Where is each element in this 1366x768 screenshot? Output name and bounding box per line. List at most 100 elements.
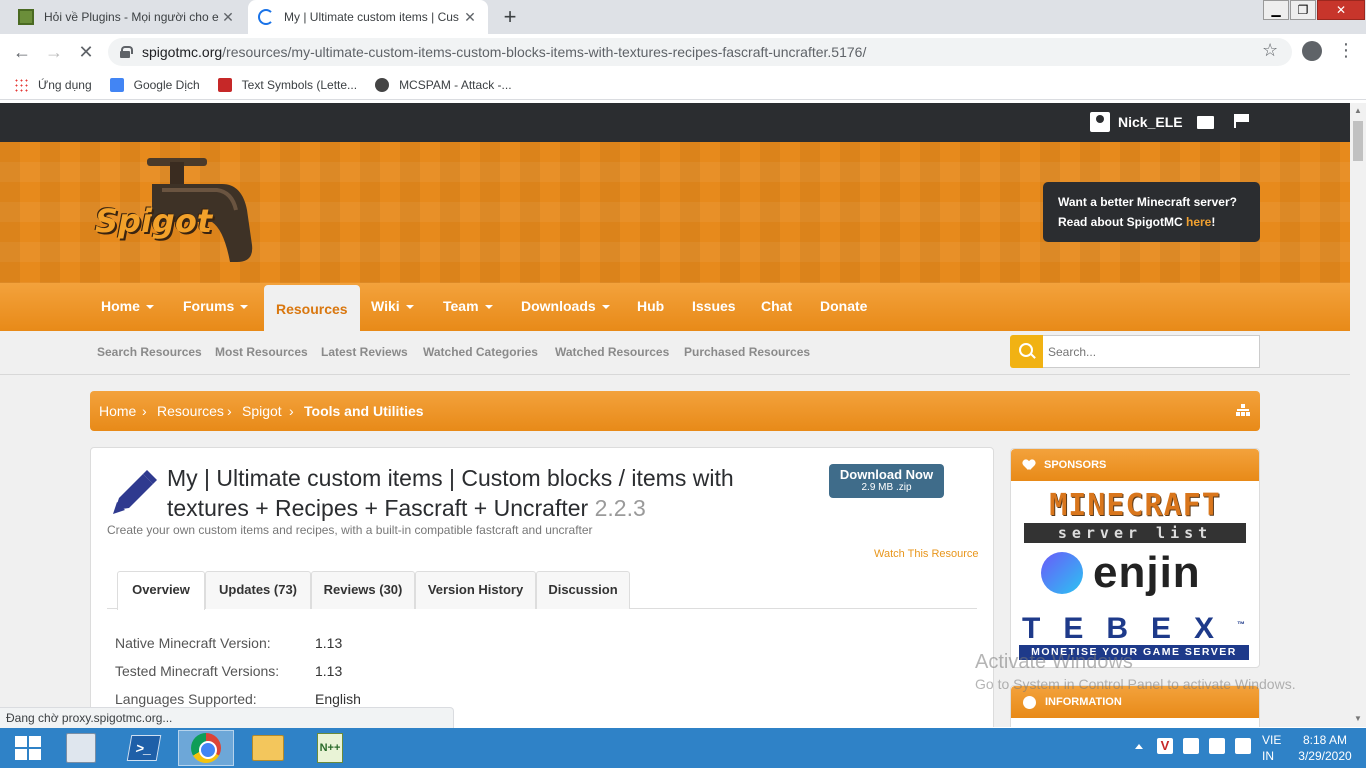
close-tab-icon[interactable]: ✕	[220, 9, 236, 26]
watermark-line2: Go to System in Control Panel to activat…	[975, 676, 1296, 692]
minecraft-favicon-icon	[18, 9, 34, 25]
flag-icon[interactable]	[1234, 114, 1250, 128]
bookmark-label: Google Dịch	[133, 77, 200, 92]
tab-overview[interactable]: Overview	[117, 571, 205, 610]
account-icon[interactable]	[1302, 41, 1322, 61]
taskbar-powershell[interactable]: >_	[116, 730, 172, 766]
sitemap-icon[interactable]	[1236, 404, 1250, 416]
spigot-logo-text: Spigot	[95, 202, 213, 240]
crumb-resources[interactable]: Resources	[157, 403, 224, 419]
nav-downloads[interactable]: Downloads	[521, 283, 610, 331]
stop-loading-icon[interactable]: ✕	[74, 40, 98, 64]
apps-grid-icon	[14, 77, 28, 92]
tab-version-history[interactable]: Version History	[415, 571, 536, 609]
nav-label: Chat	[761, 298, 793, 314]
url-text[interactable]: spigotmc.org/resources/my-ultimate-custo…	[142, 44, 1292, 60]
taskbar-server-manager[interactable]	[53, 730, 109, 766]
clock[interactable]: 8:18 AM 3/29/2020	[1294, 732, 1356, 764]
menu-icon[interactable]: ⋮	[1336, 40, 1356, 60]
language-indicator[interactable]: VIE IN	[1262, 732, 1281, 764]
tebex-title: TEBEX	[1022, 612, 1238, 645]
tab-updates[interactable]: Updates (73)	[205, 571, 311, 609]
promo-text: Read about SpigotMC	[1058, 215, 1186, 229]
tab-discussion[interactable]: Discussion	[536, 571, 630, 609]
watermark-line1: Activate Windows	[975, 651, 1133, 673]
nav-donate[interactable]: Donate	[820, 283, 867, 331]
lang-region: IN	[1262, 749, 1274, 763]
new-tab-button[interactable]: +	[498, 4, 522, 30]
envelope-icon[interactable]	[1197, 116, 1214, 129]
enjin-banner[interactable]: enjin	[1041, 551, 1201, 595]
network-icon[interactable]	[1209, 738, 1225, 754]
native-version-label: Native Minecraft Version:	[115, 635, 271, 651]
download-now-button[interactable]: Download Now 2.9 MB .zip	[829, 464, 944, 498]
volume-muted-icon[interactable]	[1235, 738, 1251, 754]
sponsors-panel: SPONSORS MINECRAFT server list enjin TEB…	[1010, 448, 1260, 668]
subnav-watched-categories[interactable]: Watched Categories	[423, 345, 538, 359]
watch-resource-link[interactable]: Watch This Resource	[874, 548, 979, 560]
nav-wiki[interactable]: Wiki	[371, 283, 414, 331]
antivirus-icon[interactable]: V	[1157, 738, 1173, 754]
resource-tagline: Create your own custom items and recipes…	[107, 523, 593, 537]
subnav-most-resources[interactable]: Most Resources	[215, 345, 308, 359]
bookmark-star-icon[interactable]: ☆	[1262, 40, 1278, 61]
bookmark-google-translate[interactable]: Google Dịch	[109, 77, 200, 92]
address-bar[interactable]: spigotmc.org/resources/my-ultimate-custo…	[108, 38, 1292, 66]
taskbar-chrome[interactable]	[178, 730, 234, 766]
scrollbar-thumb[interactable]	[1353, 121, 1363, 161]
text-symbols-icon	[217, 77, 232, 92]
scroll-up-icon[interactable]: ▲	[1354, 107, 1362, 115]
subnav-search-resources[interactable]: Search Resources	[97, 345, 202, 359]
chrome-icon	[191, 733, 221, 763]
nav-chat[interactable]: Chat	[761, 283, 792, 331]
subnav-purchased-resources[interactable]: Purchased Resources	[684, 345, 810, 359]
minimize-button[interactable]: ▁	[1263, 0, 1289, 20]
site-top-bar: Nick_ELE	[0, 103, 1350, 142]
tested-versions-value: 1.13	[315, 663, 343, 679]
bookmark-label: Ứng dụng	[38, 77, 92, 92]
close-window-button[interactable]: ✕	[1317, 0, 1365, 20]
maximize-button[interactable]: ❐	[1290, 0, 1316, 20]
scroll-down-icon[interactable]: ▼	[1354, 715, 1362, 723]
crumb-home[interactable]: Home	[99, 403, 136, 419]
tab-reviews[interactable]: Reviews (30)	[311, 571, 415, 609]
url-host: spigotmc.org	[142, 44, 223, 60]
breadcrumb: Home › Resources › Spigot › Tools and Ut…	[90, 391, 1260, 431]
taskbar-notepad-plus-plus[interactable]: N++	[302, 730, 358, 766]
browser-status-bar: Đang chờ proxy.spigotmc.org...	[0, 707, 454, 729]
folder-icon	[252, 735, 284, 761]
page-scrollbar[interactable]: ▲ ▼	[1350, 103, 1366, 727]
taskbar-file-explorer[interactable]	[240, 730, 296, 766]
nav-issues[interactable]: Issues	[692, 283, 736, 331]
info-icon	[1023, 695, 1036, 709]
bookmark-apps[interactable]: Ứng dụng	[14, 77, 92, 92]
close-tab-icon[interactable]: ✕	[462, 9, 478, 26]
user-account-link[interactable]: Nick_ELE	[1090, 112, 1183, 132]
bookmark-label: MCSPAM - Attack -...	[399, 77, 512, 92]
minecraft-server-list-banner[interactable]: MINECRAFT server list	[1021, 491, 1249, 543]
promo-link[interactable]: here	[1186, 215, 1211, 229]
search-icon[interactable]	[1010, 335, 1043, 368]
subnav-latest-reviews[interactable]: Latest Reviews	[321, 345, 408, 359]
search-input[interactable]	[1043, 335, 1260, 368]
start-button[interactable]	[0, 730, 56, 766]
nav-forums[interactable]: Forums	[183, 283, 249, 331]
server-manager-icon	[66, 733, 96, 763]
browser-tab-plugins[interactable]: Hỏi về Plugins - Mọi người cho e ✕	[8, 0, 246, 34]
crumb-spigot[interactable]: Spigot	[242, 403, 282, 419]
forward-icon[interactable]: →	[42, 40, 66, 64]
nav-home[interactable]: Home	[101, 283, 154, 331]
subnav-watched-resources[interactable]: Watched Resources	[555, 345, 669, 359]
bookmark-text-symbols[interactable]: Text Symbols (Lette...	[217, 77, 357, 92]
show-hidden-icons-icon[interactable]	[1135, 743, 1143, 749]
nav-resources[interactable]: Resources	[264, 285, 360, 331]
browser-tab-spigot[interactable]: My | Ultimate custom items | Cus ✕	[248, 0, 488, 34]
nav-hub[interactable]: Hub	[637, 283, 664, 331]
powershell-icon: >_	[126, 735, 162, 761]
network-error-icon[interactable]	[1183, 738, 1199, 754]
nav-team[interactable]: Team	[443, 283, 493, 331]
chevron-down-icon	[240, 305, 249, 310]
bookmark-mcspam[interactable]: MCSPAM - Attack -...	[375, 77, 512, 92]
back-icon[interactable]: ←	[10, 40, 34, 64]
tab-title: Hỏi về Plugins - Mọi người cho e	[44, 10, 219, 24]
